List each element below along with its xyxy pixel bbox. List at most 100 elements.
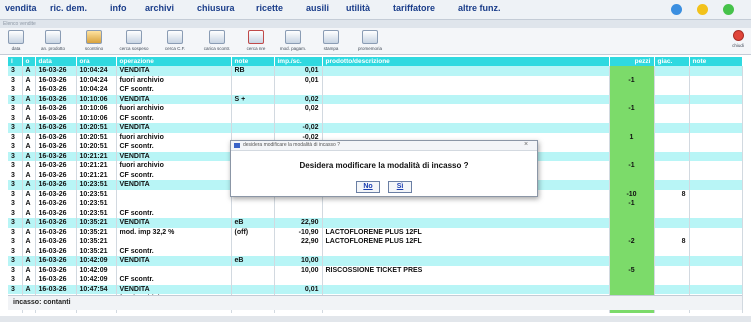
cell-data: 16-03-26	[35, 256, 77, 266]
cell-prodotto	[322, 113, 610, 123]
table-row[interactable]: 3 A 16-03-26 10:35:21 22,90 LACTOFLORENE PLUS…	[8, 237, 743, 247]
cell-note	[231, 104, 275, 114]
data-button[interactable]: data	[4, 29, 28, 53]
cell-l: 3	[8, 132, 23, 142]
table-row[interactable]: 3 A 16-03-26 10:20:51 VENDITA -0,02	[8, 123, 743, 133]
table-row[interactable]: 3 A 16-03-26 10:42:09 10,00 RISCOSSIONE TICKE…	[8, 265, 743, 275]
cell-operazione: CF scontr.	[116, 246, 232, 256]
cell-note	[231, 275, 275, 285]
table-row[interactable]: 3 A 16-03-26 10:35:21 VENDITA eB 22,90	[8, 218, 743, 228]
col-header-prodotto[interactable]: prodotto/descrizione	[322, 57, 610, 66]
menu-chiusura[interactable]: chiusura	[197, 3, 235, 13]
scontrino-button[interactable]: scontrino	[77, 29, 111, 53]
cell-note-2	[689, 284, 743, 294]
menu-vendita[interactable]: vendita	[5, 3, 37, 13]
cell-giacenza	[654, 66, 690, 76]
menu-info[interactable]: info	[110, 3, 127, 13]
dialog-close-icon[interactable]: ×	[524, 141, 528, 148]
cell-giacenza	[654, 246, 690, 256]
cell-note-2	[689, 199, 743, 209]
col-header-note-2[interactable]: note	[689, 57, 743, 66]
col-header-importo[interactable]: imp./sc.	[274, 57, 323, 66]
no-button[interactable]: No	[356, 181, 380, 193]
menu-archivi[interactable]: archivi	[145, 3, 174, 13]
menu-ausili[interactable]: ausili	[306, 3, 329, 13]
table-row[interactable]: 3 A 16-03-26 10:10:06 CF scontr.	[8, 113, 743, 123]
col-header-ora[interactable]: ora	[76, 57, 117, 66]
cell-importo: 0,01	[274, 75, 323, 85]
cell-pezzi	[609, 85, 655, 95]
col-header-data[interactable]: data	[35, 57, 77, 66]
cell-ora: 10:35:21	[76, 218, 117, 228]
table-row[interactable]: 3 A 16-03-26 10:04:24 CF scontr.	[8, 85, 743, 95]
cell-pezzi	[609, 218, 655, 228]
cell-note-2	[689, 142, 743, 152]
help-icon[interactable]	[671, 4, 682, 15]
menu-ricette[interactable]: ricette	[256, 3, 283, 13]
cell-importo: 10,00	[274, 265, 323, 275]
cell-prodotto: LACTOFLORENE PLUS 12FL	[322, 227, 610, 237]
cell-ora: 10:47:54	[76, 284, 117, 294]
menu-utilita[interactable]: utilità	[346, 3, 370, 13]
col-header-l[interactable]: l	[8, 57, 23, 66]
menu-altre-funz[interactable]: altre funz.	[458, 3, 501, 13]
cell-o: A	[22, 132, 36, 142]
cell-prodotto	[322, 284, 610, 294]
toolbar: data an. prodotto scontrino cerca sospes…	[0, 28, 751, 55]
cell-operazione: CF scontr.	[116, 275, 232, 285]
cell-giacenza	[654, 208, 690, 218]
cell-ora: 10:42:09	[76, 275, 117, 285]
table-row[interactable]: 3 A 16-03-26 10:42:09 CF scontr.	[8, 275, 743, 285]
cerca-nre-button[interactable]: cerca nre	[241, 29, 271, 53]
table-row[interactable]: 3 A 16-03-26 10:42:09 VENDITA eB 10,00	[8, 256, 743, 266]
table-row[interactable]: 3 A 16-03-26 10:35:21 CF scontr.	[8, 246, 743, 256]
table-row[interactable]: 3 A 16-03-26 10:23:51 -1	[8, 199, 743, 209]
col-header-o[interactable]: o	[22, 57, 36, 66]
dialog-message: Desidera modificare la modalità di incas…	[299, 161, 469, 170]
table-row[interactable]: 3 A 16-03-26 10:04:24 VENDITA RB 0,01	[8, 66, 743, 76]
col-header-operazione[interactable]: operazione	[116, 57, 232, 66]
menu-bar: vendita ric. dem. info archivi chiusura …	[0, 0, 751, 20]
cell-note-2	[689, 132, 743, 142]
col-header-giacenza[interactable]: giac.	[654, 57, 690, 66]
yes-button[interactable]: Sì	[388, 181, 412, 193]
carica-scontr-button[interactable]: carica scontr.	[197, 29, 237, 53]
cell-pezzi: -2	[609, 237, 655, 247]
mod-pagam-button[interactable]: mod. pagam.	[275, 29, 311, 53]
table-row[interactable]: 3 A 16-03-26 10:47:54 VENDITA 0,01	[8, 284, 743, 294]
stampa-button[interactable]: stampa	[316, 29, 346, 53]
cell-pezzi: -1	[609, 199, 655, 209]
bottom-scrollbar[interactable]	[0, 316, 751, 322]
cell-prodotto	[322, 85, 610, 95]
cell-o: A	[22, 199, 36, 209]
cerca-sospeso-button[interactable]: cerca sospeso	[114, 29, 154, 53]
cell-l: 3	[8, 94, 23, 104]
cell-data: 16-03-26	[35, 123, 77, 133]
table-row[interactable]: 3 A 16-03-26 10:23:51 CF scontr.	[8, 208, 743, 218]
cell-o: A	[22, 151, 36, 161]
cell-o: A	[22, 75, 36, 85]
table-row[interactable]: 3 A 16-03-26 10:10:06 fuori archivio 0,02 -1	[8, 104, 743, 114]
cell-operazione	[116, 199, 232, 209]
table-row[interactable]: 3 A 16-03-26 10:10:06 VENDITA S +0,02	[8, 94, 743, 104]
menu-ric-dem[interactable]: ric. dem.	[50, 3, 87, 13]
menu-tariffatore[interactable]: tariffatore	[393, 3, 435, 13]
an-prodotto-button[interactable]: an. prodotto	[33, 29, 73, 53]
cell-data: 16-03-26	[35, 246, 77, 256]
cell-l: 3	[8, 265, 23, 275]
cell-data: 16-03-26	[35, 180, 77, 190]
promemoria-button[interactable]: promemoria	[350, 29, 390, 53]
minimize-icon[interactable]	[697, 4, 708, 15]
chiudi-button[interactable]: chiudi	[727, 29, 749, 53]
cell-operazione: VENDITA	[116, 218, 232, 228]
cell-operazione: fuori archivio	[116, 161, 232, 171]
table-row[interactable]: 3 A 16-03-26 10:35:21 mod. imp 32,2 % (off) -1…	[8, 227, 743, 237]
cell-note-2	[689, 151, 743, 161]
cerca-cf-button[interactable]: cerca C.F.	[157, 29, 193, 53]
col-header-pezzi[interactable]: pezzi	[609, 57, 655, 66]
cell-giacenza	[654, 256, 690, 266]
cell-l: 3	[8, 208, 23, 218]
table-row[interactable]: 3 A 16-03-26 10:04:24 fuori archivio 0,01 -1	[8, 75, 743, 85]
col-header-note[interactable]: note	[231, 57, 275, 66]
maximize-icon[interactable]	[723, 4, 734, 15]
